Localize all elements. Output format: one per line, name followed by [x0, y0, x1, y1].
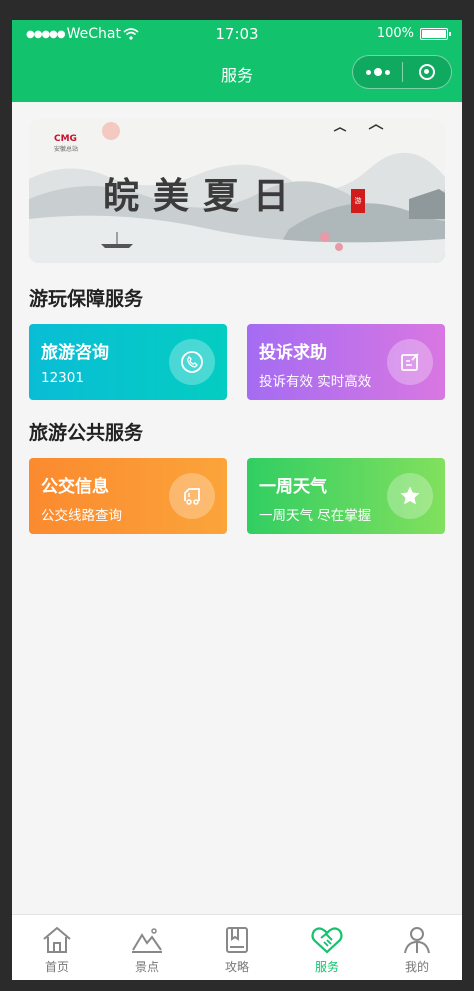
phone-screen: ●●●●● WeChat 17:03 100% 服务 CMG 安徽总站 皖美夏日…: [12, 20, 462, 980]
phone-icon: [169, 339, 215, 385]
tab-guides[interactable]: 攻略: [192, 915, 282, 980]
card-bus-info[interactable]: 公交信息 公交线路查询: [29, 458, 227, 534]
section-title-guarantee: 游玩保障服务: [29, 288, 144, 310]
navigation-bar: ●●●●● WeChat 17:03 100% 服务: [12, 20, 462, 102]
tab-label: 我的: [404, 960, 429, 974]
tab-label: 首页: [44, 960, 69, 974]
card-title: 旅游咨询: [41, 343, 109, 363]
target-close-icon: [418, 64, 435, 80]
card-subtitle: 公交线路查询: [41, 508, 122, 524]
tab-label: 攻略: [224, 960, 249, 974]
mountain-icon: [132, 928, 162, 953]
tab-service[interactable]: 服务: [282, 915, 372, 980]
card-subtitle: 投诉有效 实时高效: [259, 374, 372, 390]
star-icon: [387, 473, 433, 519]
card-subtitle: 一周天气 尽在掌握: [259, 508, 372, 524]
more-menu-button[interactable]: [353, 68, 402, 76]
banner-slogan: 皖美夏日: [103, 175, 304, 217]
battery-info: 100%: [376, 26, 451, 41]
tab-scenic-spots[interactable]: 景点: [102, 915, 192, 980]
edit-note-icon: [387, 339, 433, 385]
promo-banner[interactable]: CMG 安徽总站 皖美夏日 游: [29, 119, 445, 263]
battery-icon: [420, 27, 451, 40]
bottom-tab-bar: 首页 景点 攻略 服务 我的: [12, 914, 462, 980]
card-complaint-help[interactable]: 投诉求助 投诉有效 实时高效: [247, 324, 445, 400]
truck-icon: [169, 473, 215, 519]
book-icon: [226, 927, 248, 953]
card-subtitle: 12301: [41, 370, 84, 386]
card-weekly-weather[interactable]: 一周天气 一周天气 尽在掌握: [247, 458, 445, 534]
section-title-public: 旅游公共服务: [29, 422, 144, 444]
status-bar: ●●●●● WeChat 17:03 100%: [12, 20, 462, 48]
red-seal: 游: [351, 189, 365, 213]
tab-label: 景点: [134, 960, 159, 974]
battery-percent: 100%: [376, 26, 414, 41]
card-travel-consult[interactable]: 旅游咨询 12301: [29, 324, 227, 400]
card-title: 投诉求助: [259, 343, 327, 363]
mini-program-capsule: [352, 55, 452, 89]
card-title: 一周天气: [259, 477, 327, 497]
exit-mini-program-button[interactable]: [403, 64, 451, 80]
tab-mine[interactable]: 我的: [372, 915, 462, 980]
tab-home[interactable]: 首页: [12, 915, 102, 980]
user-icon: [404, 927, 430, 954]
handshake-icon: [311, 927, 343, 954]
more-icon: [365, 69, 371, 75]
cmg-logo: CMG 安徽总站: [54, 134, 79, 153]
home-icon: [43, 926, 71, 953]
card-title: 公交信息: [41, 477, 109, 497]
tab-label: 服务: [314, 960, 339, 974]
